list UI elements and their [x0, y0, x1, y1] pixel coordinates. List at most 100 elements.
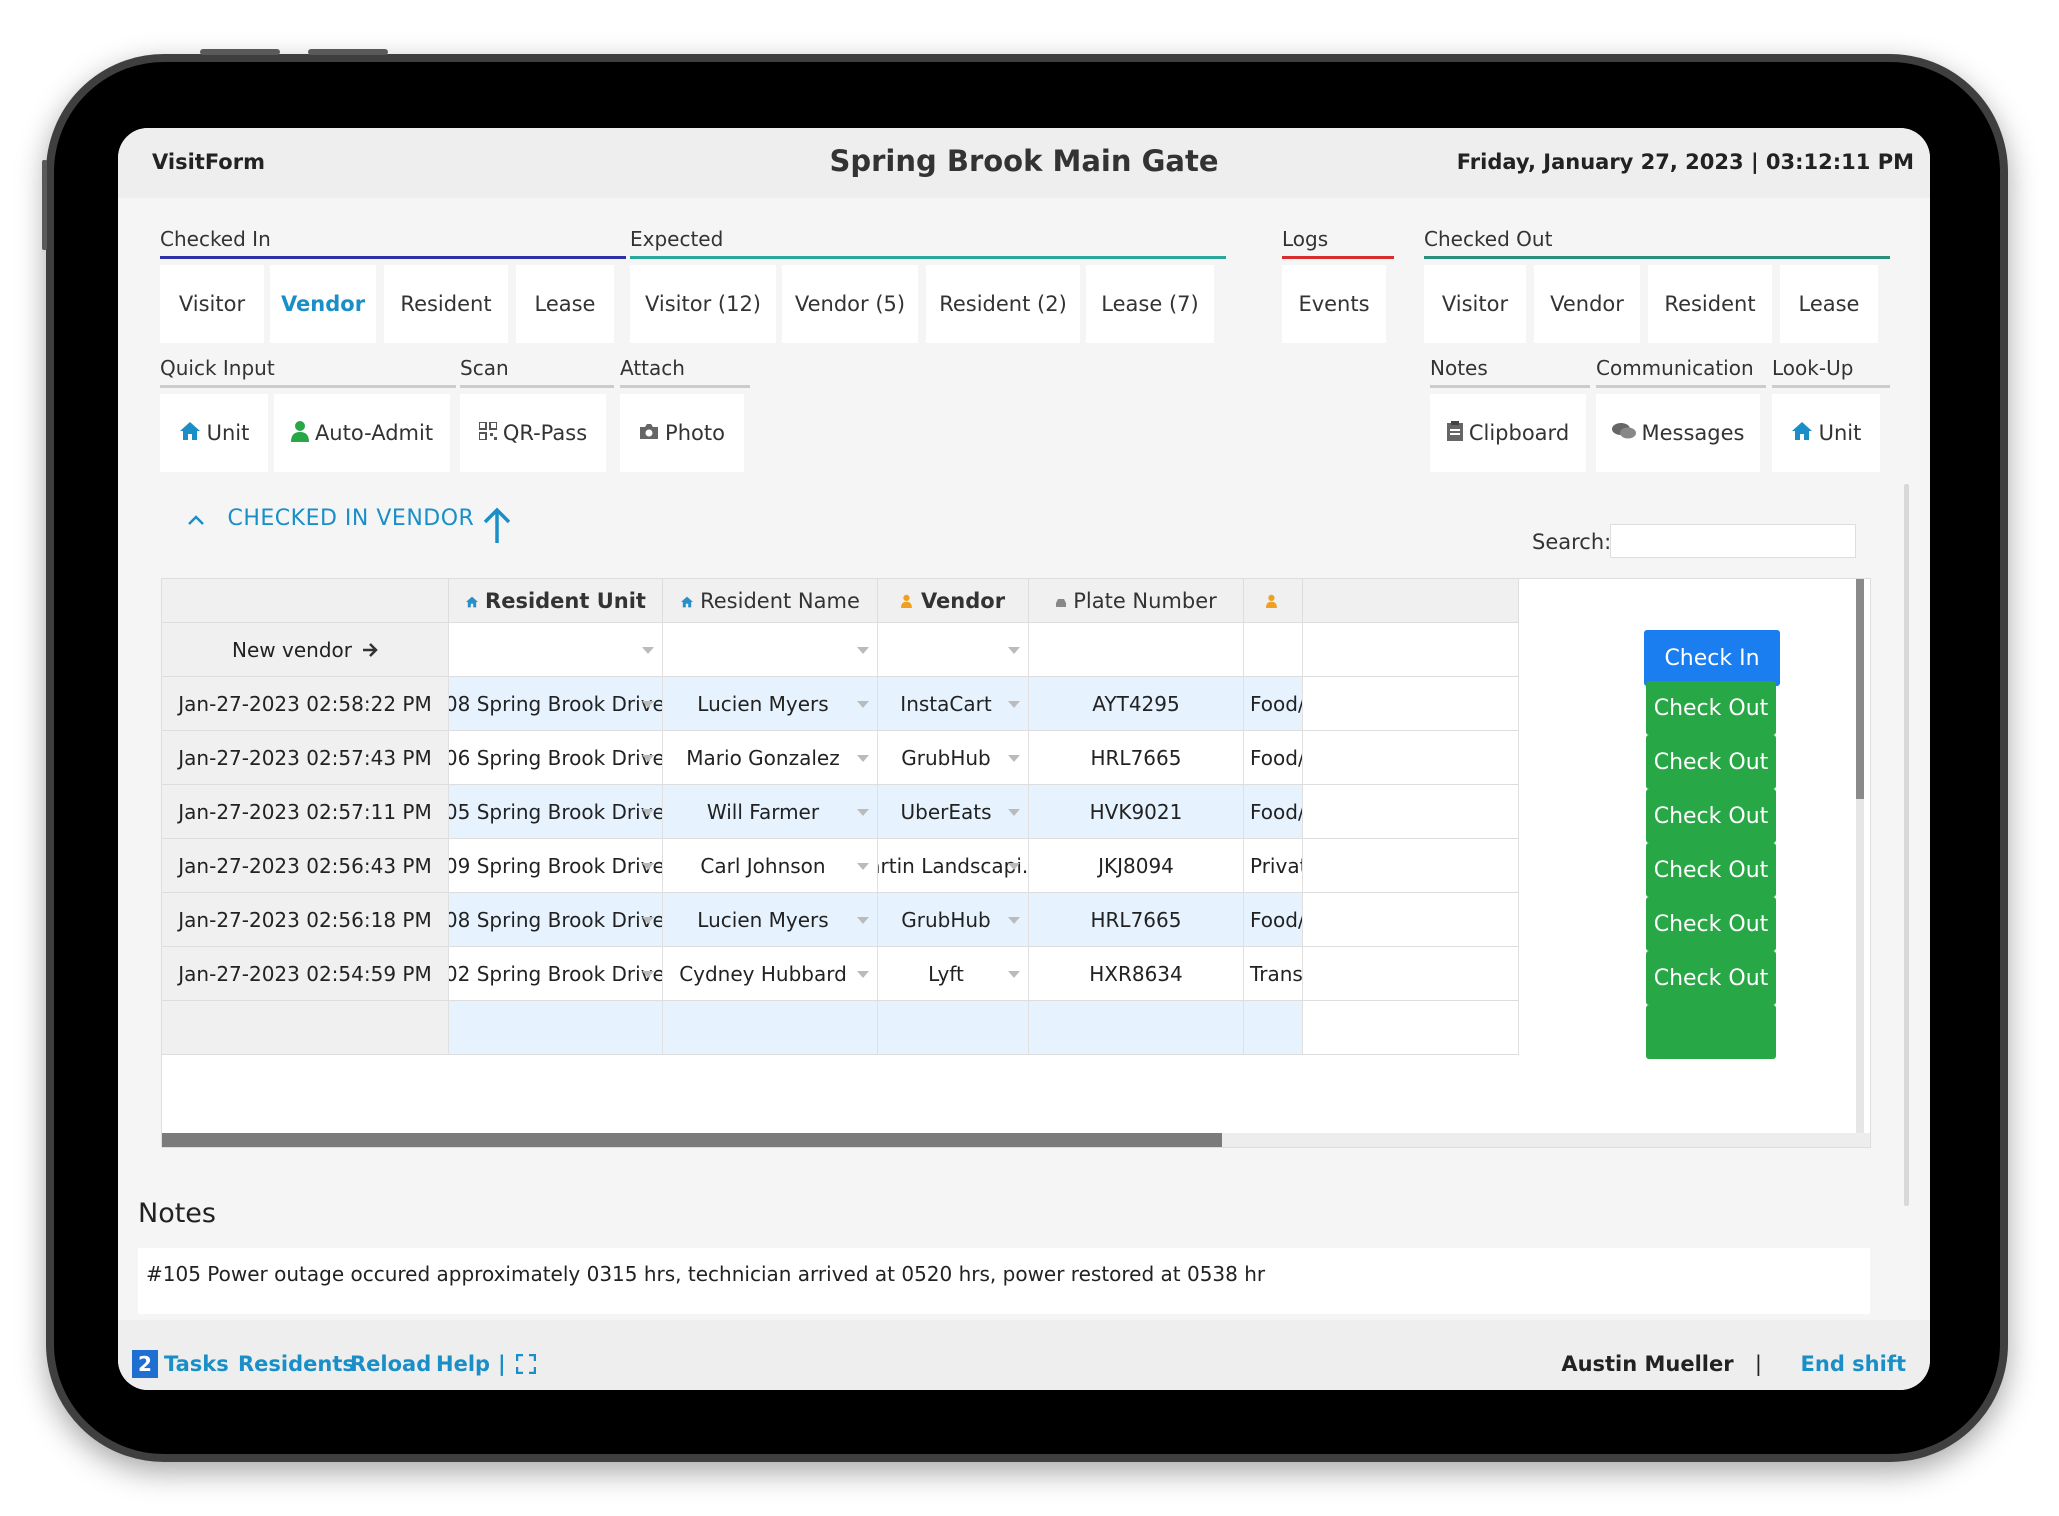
row-name-select[interactable]: Lucien Myers	[663, 893, 878, 947]
column-header-vendor[interactable]: Vendor	[878, 579, 1029, 623]
chevron-down-icon	[642, 754, 654, 762]
new-vendor-link[interactable]: New vendor	[162, 623, 449, 677]
tile-checked-out-vendor[interactable]: Vendor	[1534, 265, 1640, 343]
row-unit-select[interactable]: 208 Spring Brook Drive	[449, 893, 663, 947]
row-name-select[interactable]: Mario Gonzalez	[663, 731, 878, 785]
end-shift-link[interactable]: End shift	[1801, 1352, 1906, 1376]
column-header-plate[interactable]: Plate Number	[1029, 579, 1244, 623]
row-vendor-select[interactable]: UberEats	[878, 785, 1029, 839]
tile-auto-admit[interactable]: Auto-Admit	[274, 394, 450, 472]
tile-lookup-unit[interactable]: Unit	[1772, 394, 1880, 472]
row-unit-select[interactable]	[449, 1001, 663, 1055]
tile-qr-pass[interactable]: QR-Pass	[460, 394, 606, 472]
tile-expected-visitor[interactable]: Visitor (12)	[630, 265, 776, 343]
row-vendor-select[interactable]	[878, 1001, 1029, 1055]
arrow-up-icon[interactable]	[482, 506, 512, 546]
fullscreen-icon[interactable]	[515, 1353, 537, 1378]
check-out-button[interactable]: Check Out	[1646, 681, 1776, 735]
check-out-button[interactable]: Check Out	[1646, 789, 1776, 843]
tile-label: Unit	[1818, 421, 1862, 445]
notes-text[interactable]: #105 Power outage occured approximately …	[138, 1248, 1870, 1314]
help-link[interactable]: Help	[436, 1352, 490, 1376]
row-plate: HRL7665	[1029, 731, 1244, 785]
cell-text: 208 Spring Brook Drive	[449, 907, 663, 932]
check-out-button[interactable]: Check Out	[1646, 951, 1776, 1005]
new-name-select[interactable]	[663, 623, 878, 677]
check-out-button[interactable]: Check Out	[1646, 897, 1776, 951]
cell-text: Jan-27-2023 02:56:43 PM	[178, 853, 432, 878]
cell-text: Jan-27-2023 02:54:59 PM	[178, 961, 432, 986]
row-vendor-select[interactable]: GrubHub	[878, 731, 1029, 785]
row-name-select[interactable]: Lucien Myers	[663, 677, 878, 731]
tile-checked-in-vendor[interactable]: Vendor	[270, 265, 376, 343]
row-action-cell	[1303, 785, 1519, 839]
row-vendor-select[interactable]: InstaCart	[878, 677, 1029, 731]
tile-checked-out-resident[interactable]: Resident	[1648, 265, 1772, 343]
tile-label: Messages	[1641, 421, 1745, 445]
tile-checked-in-resident[interactable]: Resident	[384, 265, 508, 343]
check-out-button[interactable]: Check Out	[1646, 735, 1776, 789]
row-unit-select[interactable]: 105 Spring Brook Drive	[449, 785, 663, 839]
new-type-cell[interactable]	[1244, 623, 1303, 677]
row-type: Trans	[1244, 947, 1303, 1001]
tile-expected-resident[interactable]: Resident (2)	[926, 265, 1080, 343]
table-vertical-scrollbar[interactable]	[1856, 579, 1864, 1135]
column-header-action	[1303, 579, 1519, 623]
new-action-cell	[1303, 623, 1519, 677]
tile-checked-in-visitor[interactable]: Visitor	[160, 265, 264, 343]
row-unit-select[interactable]: 202 Spring Brook Drive	[449, 947, 663, 1001]
section-toggle[interactable]: CHECKED IN VENDOR	[188, 506, 474, 531]
current-user: Austin Mueller |	[1561, 1352, 1776, 1376]
tile-checked-out-lease[interactable]: Lease	[1780, 265, 1878, 343]
cell-text: 105 Spring Brook Drive	[449, 799, 663, 824]
cell-text: Jan-27-2023 02:58:22 PM	[178, 691, 432, 716]
column-header-type[interactable]	[1244, 579, 1303, 623]
chevron-down-icon	[1008, 700, 1020, 708]
tile-clipboard[interactable]: Clipboard	[1430, 394, 1586, 472]
column-header-unit[interactable]: Resident Unit	[449, 579, 663, 623]
table-horizontal-scrollbar[interactable]	[162, 1133, 1870, 1147]
group-label-lookup: Look-Up	[1772, 356, 1890, 388]
tile-logs-events[interactable]: Events	[1282, 265, 1386, 343]
check-in-button[interactable]: Check In	[1644, 630, 1780, 686]
tile-photo[interactable]: Photo	[620, 394, 744, 472]
tile-expected-vendor[interactable]: Vendor (5)	[782, 265, 918, 343]
new-vendor-select[interactable]	[878, 623, 1029, 677]
row-unit-select[interactable]: 106 Spring Brook Drive	[449, 731, 663, 785]
page-scrollbar[interactable]	[1904, 484, 1909, 1206]
tile-messages[interactable]: Messages	[1596, 394, 1760, 472]
user-separator: |	[1754, 1352, 1762, 1376]
chat-bubbles-icon	[1611, 421, 1636, 445]
camera-icon	[639, 421, 659, 445]
row-name-select[interactable]: Carl Johnson	[663, 839, 878, 893]
tile-quick-unit[interactable]: Unit	[160, 394, 268, 472]
chevron-down-icon	[857, 754, 869, 762]
column-header-name[interactable]: Resident Name	[663, 579, 878, 623]
search-input[interactable]	[1610, 524, 1856, 558]
row-name-select[interactable]	[663, 1001, 878, 1055]
tile-checked-in-lease[interactable]: Lease	[516, 265, 614, 343]
row-vendor-select[interactable]: GrubHub	[878, 893, 1029, 947]
residents-link[interactable]: Residents	[238, 1352, 355, 1376]
tasks-link[interactable]: Tasks	[164, 1352, 229, 1376]
tile-label: QR-Pass	[502, 421, 588, 445]
chevron-down-icon	[1008, 862, 1020, 870]
check-out-button[interactable]	[1646, 1005, 1776, 1059]
reload-link[interactable]: Reload	[350, 1352, 431, 1376]
row-vendor-select[interactable]: Martin Landscapi...	[878, 839, 1029, 893]
tile-expected-lease[interactable]: Lease (7)	[1086, 265, 1214, 343]
row-unit-select[interactable]: 209 Spring Brook Drive	[449, 839, 663, 893]
new-unit-select[interactable]	[449, 623, 663, 677]
tile-checked-out-visitor[interactable]: Visitor	[1424, 265, 1526, 343]
row-name-select[interactable]: Cydney Hubbard	[663, 947, 878, 1001]
chevron-down-icon	[857, 970, 869, 978]
new-plate-input[interactable]	[1029, 623, 1244, 677]
tile-label: Unit	[206, 421, 250, 445]
check-out-button[interactable]: Check Out	[1646, 843, 1776, 897]
chevron-down-icon	[857, 700, 869, 708]
row-unit-select[interactable]: 208 Spring Brook Drive	[449, 677, 663, 731]
row-plate: HRL7665	[1029, 893, 1244, 947]
row-vendor-select[interactable]: Lyft	[878, 947, 1029, 1001]
cell-text: InstaCart	[900, 691, 992, 716]
row-name-select[interactable]: Will Farmer	[663, 785, 878, 839]
